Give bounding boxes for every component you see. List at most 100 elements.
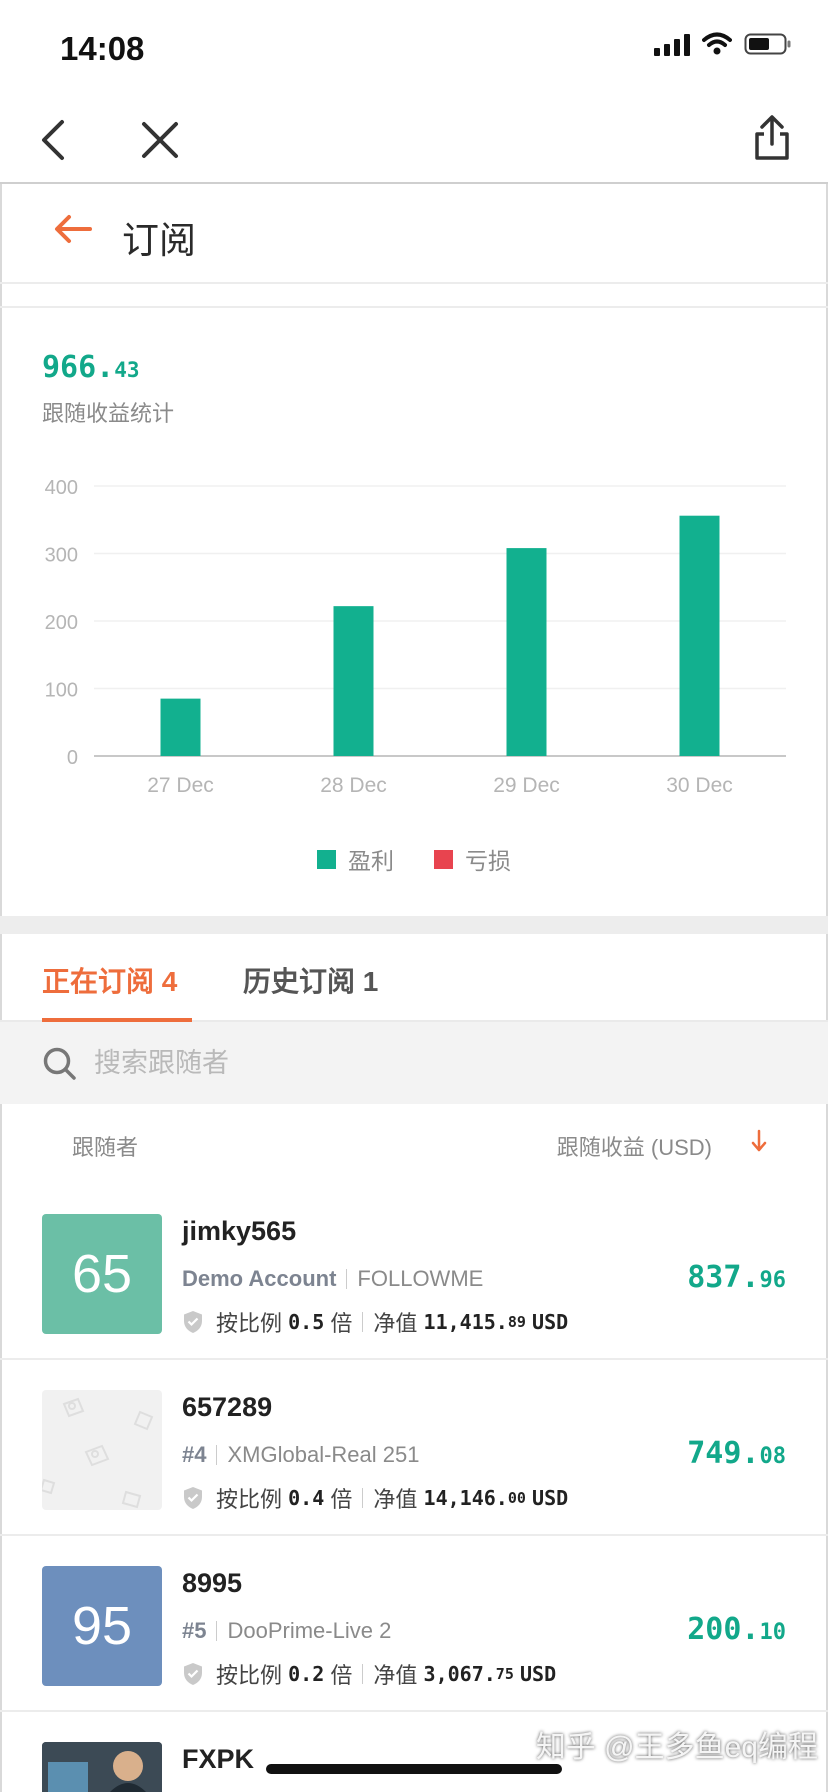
y-tick-label: 0: [67, 747, 78, 769]
account-tag: Demo Account: [182, 1266, 337, 1291]
bar-profit: [506, 548, 547, 756]
earnings-bar-chart: 0 100 200 300 400 27 Dec 28 Dec 29 Dec 30 Dec: [45, 477, 786, 797]
legend-label-loss: 亏损: [465, 848, 511, 874]
equity-int: 11,415.: [423, 1310, 508, 1334]
close-icon[interactable]: [140, 120, 180, 160]
back-arrow-icon[interactable]: [54, 214, 92, 244]
legend-swatch-profit: [317, 849, 336, 869]
rank-tag: #4: [182, 1442, 207, 1467]
page-title: 订阅: [122, 220, 196, 261]
legend-item-profit[interactable]: 盈利: [317, 842, 394, 876]
ratio-unit: 倍: [330, 1487, 353, 1512]
person-photo-icon: [42, 1742, 162, 1792]
tab-subscribing-label: 正在订阅: [42, 966, 155, 997]
follower-name[interactable]: jimky565: [182, 1216, 296, 1247]
follower-meta: #4 XMGlobal-Real 251: [182, 1442, 419, 1468]
follower-name[interactable]: 657289: [182, 1392, 272, 1423]
follower-avatar: 65: [42, 1214, 162, 1334]
status-time: 14:08: [60, 30, 145, 67]
avatar-text: 95: [71, 1596, 133, 1656]
x-tick-label: 28 Dec: [320, 774, 387, 797]
back-chevron-icon[interactable]: [38, 118, 68, 162]
status-icons: [654, 32, 792, 56]
tab-history-label: 历史订阅: [243, 966, 356, 997]
follower-avatar-photo: [42, 1742, 162, 1792]
shield-check-icon: [184, 1311, 202, 1333]
profit-dec: 10: [759, 1620, 787, 1645]
legend-item-loss[interactable]: 亏损: [434, 842, 511, 876]
home-indicator: [266, 1764, 562, 1774]
y-tick-label: 300: [45, 545, 78, 567]
avatar-text: 65: [71, 1244, 133, 1304]
ratio-label: 按比例: [216, 1663, 283, 1688]
bar-profit: [333, 606, 374, 756]
watermark: 知乎 @王多鱼eq编程: [535, 1731, 818, 1764]
follower-profit: 749.08: [687, 1436, 786, 1471]
tab-history[interactable]: 历史订阅 1: [243, 960, 378, 1000]
shield-check-icon: [184, 1487, 202, 1509]
bar-profit: [679, 515, 720, 756]
search-icon: [43, 1047, 76, 1080]
y-tick-label: 100: [45, 680, 78, 702]
follower-avatar: 95: [42, 1566, 162, 1686]
follower-name[interactable]: FXPK: [182, 1744, 254, 1775]
wifi-icon: [702, 32, 732, 55]
profit-dec: 08: [759, 1444, 787, 1469]
follower-meta: Demo Account FOLLOWME: [182, 1266, 483, 1292]
equity-int: 14,146.: [423, 1486, 508, 1510]
follower-name[interactable]: 8995: [182, 1568, 242, 1599]
ratio-unit: 倍: [330, 1663, 353, 1688]
ratio-label: 按比例: [216, 1487, 283, 1512]
ratio-value: 0.2: [288, 1662, 325, 1686]
bar-profit: [160, 698, 201, 756]
follower-avatar-placeholder: [42, 1390, 162, 1510]
follower-meta: #5 DooPrime-Live 2: [182, 1618, 391, 1644]
tab-subscribing[interactable]: 正在订阅 4: [42, 960, 177, 1000]
equity-label: 净值: [373, 1663, 418, 1688]
rank-tag: #5: [182, 1618, 207, 1643]
battery-icon: [744, 33, 791, 55]
ratio-label: 按比例: [216, 1311, 283, 1336]
shield-check-icon: [184, 1663, 202, 1685]
equity-currency: USD: [532, 1486, 569, 1510]
total-earnings: 966.43: [42, 350, 140, 385]
profit-int: 200.: [687, 1612, 760, 1647]
column-earnings[interactable]: 跟随收益 (USD): [557, 1130, 712, 1162]
broker-name: DooPrime-Live 2: [227, 1618, 392, 1643]
legend-swatch-loss: [434, 849, 453, 869]
total-earnings-dec: 43: [114, 358, 140, 382]
total-earnings-label: 跟随收益统计: [42, 401, 175, 426]
y-tick-label: 400: [45, 477, 78, 499]
profit-dec: 96: [759, 1268, 787, 1293]
broker-name: XMGlobal-Real 251: [227, 1442, 420, 1467]
x-tick-label: 27 Dec: [147, 774, 214, 797]
ratio-value: 0.4: [288, 1486, 325, 1510]
legend-label-profit: 盈利: [348, 848, 394, 874]
chart-legend: 盈利 亏损: [0, 842, 828, 876]
cellular-signal-icon: [654, 32, 690, 56]
equity-int: 3,067.: [423, 1662, 496, 1686]
equity-currency: USD: [519, 1662, 557, 1686]
follower-detail: 按比例 0.2 倍净值 3,067. 75 USD: [182, 1658, 556, 1690]
tab-subscribing-count: 4: [161, 966, 178, 997]
follower-detail: 按比例 0.5 倍净值 11,415. 89 USD: [182, 1306, 568, 1338]
placeholder-pattern-icon: [42, 1397, 154, 1509]
follower-detail: 按比例 0.4 倍净值 14,146. 00 USD: [182, 1482, 568, 1514]
ratio-unit: 倍: [330, 1311, 353, 1336]
share-icon[interactable]: [752, 114, 792, 162]
section-divider: [0, 916, 828, 934]
search-input[interactable]: [94, 1040, 794, 1086]
equity-dec: 75: [495, 1665, 514, 1683]
y-tick-label: 200: [45, 612, 78, 634]
equity-label: 净值: [373, 1311, 418, 1336]
profit-int: 837.: [687, 1260, 760, 1295]
sort-desc-icon[interactable]: [750, 1128, 768, 1154]
ratio-value: 0.5: [288, 1310, 325, 1334]
x-tick-label: 29 Dec: [493, 774, 560, 797]
tab-history-count: 1: [362, 966, 379, 997]
profit-int: 749.: [687, 1436, 760, 1471]
total-earnings-int: 966.: [42, 350, 115, 385]
equity-dec: 89: [507, 1313, 526, 1331]
column-follower: 跟随者: [72, 1135, 139, 1160]
equity-label: 净值: [373, 1487, 418, 1512]
